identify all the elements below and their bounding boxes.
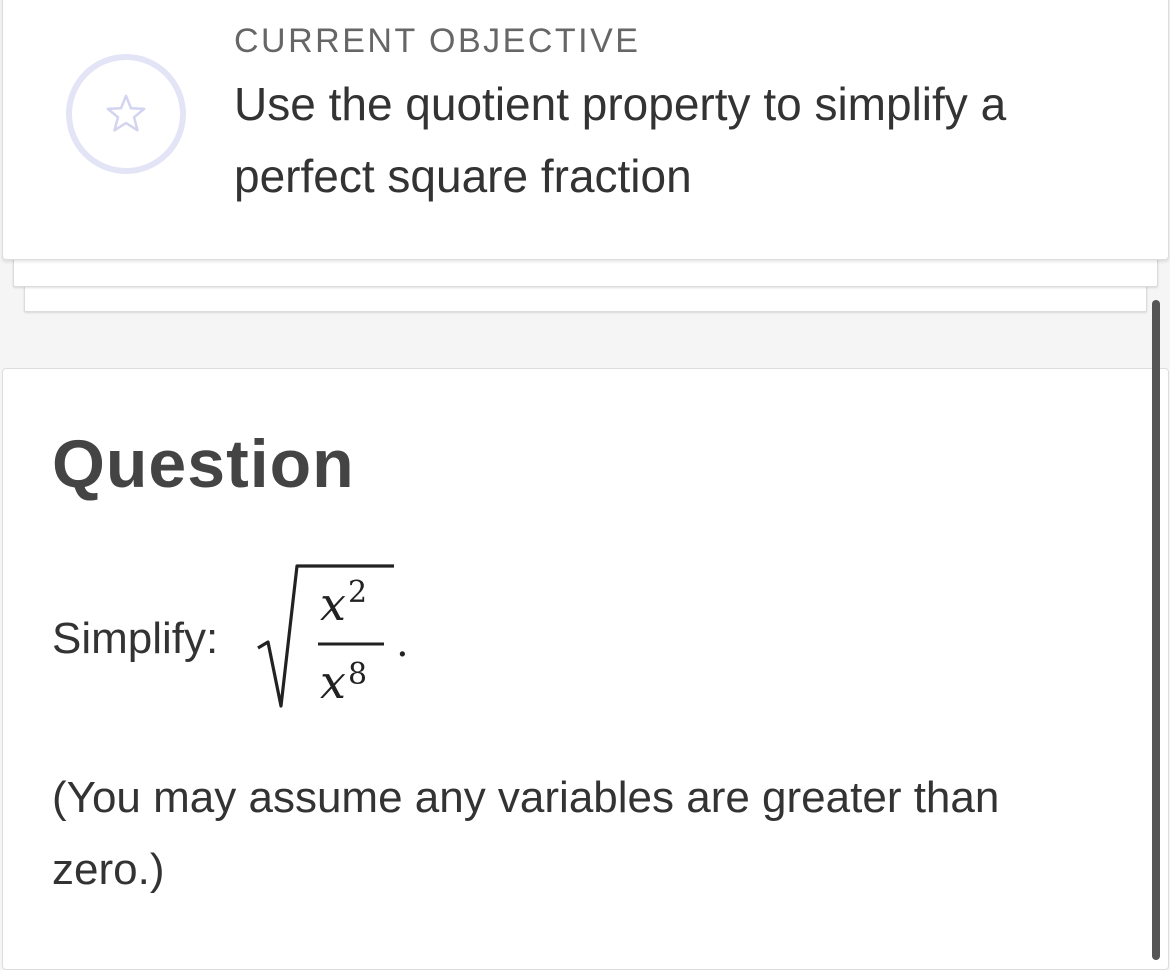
objective-text: Use the quotient property to simplify a … [234,78,1007,202]
scrollbar[interactable] [1152,300,1160,960]
question-note: (You may assume any variables are greate… [52,773,1000,894]
question-title: Question [52,426,355,502]
objective-stack-card-1 [13,256,1158,287]
denominator-base: x [320,655,346,709]
objective-label: CURRENT OBJECTIVE [234,22,641,60]
math-expression: x 2 x 8 . [257,564,409,709]
question-prompt-label: Simplify: [52,614,219,663]
denominator-exponent: 8 [348,657,367,692]
objective-badge [66,54,186,174]
expression-period: . [396,620,409,666]
star-icon [106,94,146,132]
numerator-exponent: 2 [348,575,367,610]
numerator-base: x [320,577,346,631]
